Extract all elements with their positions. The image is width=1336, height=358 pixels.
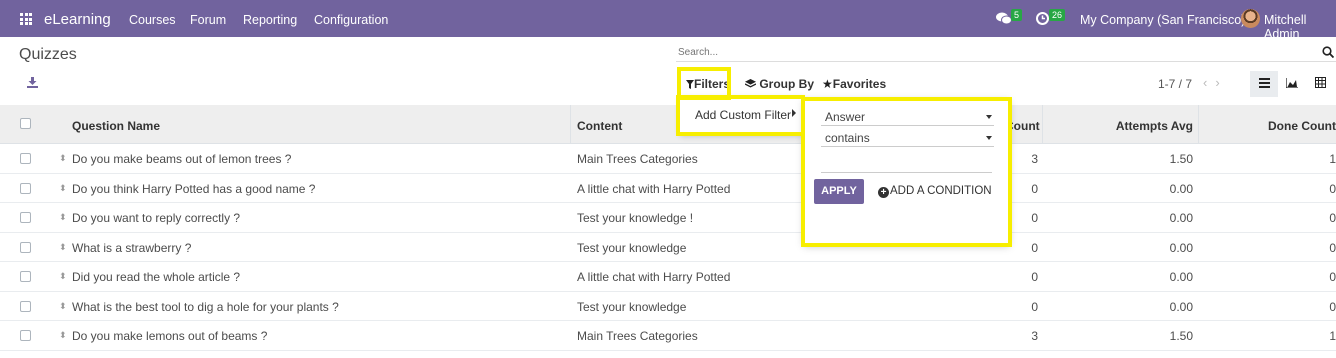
company-switcher[interactable]: My Company (San Francisco)	[1080, 13, 1245, 27]
cell-done-count: 1	[1329, 152, 1336, 166]
table-row[interactable]: ⬍ Do you want to reply correctly ? Test yo…	[0, 203, 1336, 233]
cell-question-name: Do you think Harry Potted has a good nam…	[72, 181, 316, 196]
app-brand[interactable]: eLearning	[44, 11, 111, 28]
row-checkbox[interactable]	[20, 182, 31, 194]
favorites-button[interactable]: ★Favorites	[822, 77, 886, 91]
cell-attempts-avg: 1.50	[1169, 152, 1193, 166]
highlight-custom-filter-panel	[801, 97, 1012, 247]
cell-count: 3	[1031, 329, 1038, 343]
cell-question-name: Do you make beams out of lemon trees ?	[72, 152, 292, 166]
cell-attempts-avg: 0.00	[1169, 181, 1193, 196]
cell-count: 0	[1031, 299, 1038, 314]
page-title: Quizzes	[19, 46, 77, 63]
cell-done-count: 0	[1329, 270, 1336, 284]
cell-question-name: What is the best tool to dig a hole for …	[72, 299, 339, 314]
column-question-name[interactable]: Question Name	[72, 119, 160, 133]
cell-attempts-avg: 0.00	[1169, 240, 1193, 255]
sort-handle-icon[interactable]: ⬍	[59, 183, 67, 194]
highlight-add-custom-filter	[676, 95, 805, 136]
table-row[interactable]: ⬍ Do you make lemons out of beams ? Main T…	[0, 321, 1336, 351]
favorites-label: Favorites	[832, 77, 887, 91]
cell-done-count: 0	[1329, 240, 1336, 255]
list-view-icon[interactable]	[1250, 71, 1278, 97]
menu-reporting[interactable]: Reporting	[243, 13, 297, 27]
column-divider	[570, 105, 571, 144]
cell-question-name: What is a strawberry ?	[72, 240, 192, 255]
menu-configuration[interactable]: Configuration	[314, 13, 388, 27]
row-checkbox[interactable]	[20, 300, 31, 312]
group-by-label: Group By	[759, 77, 815, 91]
star-icon: ★	[822, 77, 833, 91]
messages-badge: 5	[1011, 9, 1023, 21]
table-row[interactable]: ⬍ Do you make beams out of lemon trees ? M…	[0, 144, 1336, 174]
column-divider	[1198, 105, 1199, 144]
chat-icon[interactable]	[996, 12, 1012, 25]
cell-done-count: 0	[1329, 181, 1336, 196]
cell-attempts-avg: 0.00	[1169, 299, 1193, 314]
pivot-view-icon[interactable]	[1306, 71, 1334, 97]
download-icon[interactable]	[27, 77, 38, 88]
pager-value[interactable]: 1-7 / 7	[1158, 77, 1192, 91]
cell-attempts-avg: 1.50	[1169, 329, 1193, 343]
search-bar[interactable]	[676, 44, 1336, 62]
pager-arrows[interactable]: ‹›	[1203, 75, 1228, 90]
cell-done-count: 0	[1329, 299, 1336, 314]
sort-handle-icon[interactable]: ⬍	[59, 271, 67, 282]
column-done-count[interactable]: Done Count	[1246, 119, 1336, 133]
table-row[interactable]: ⬍ Did you read the whole article ? A littl…	[0, 262, 1336, 292]
column-divider	[1042, 105, 1043, 144]
table-row[interactable]: ⬍ What is a strawberry ? Test your knowled…	[0, 233, 1336, 262]
clock-icon[interactable]	[1036, 12, 1049, 25]
group-by-button[interactable]: Group By	[744, 77, 815, 91]
cell-question-name: Do you want to reply correctly ?	[72, 211, 241, 225]
row-checkbox[interactable]	[20, 271, 31, 282]
sort-handle-icon[interactable]: ⬍	[59, 242, 67, 253]
table-row[interactable]: ⬍ Do you think Harry Potted has a good na…	[0, 174, 1336, 203]
row-checkbox[interactable]	[20, 330, 31, 341]
cell-content: A little chat with Harry Potted	[577, 181, 731, 196]
cell-done-count: 0	[1329, 211, 1336, 225]
row-checkbox[interactable]	[20, 153, 31, 164]
activities-badge: 26	[1049, 9, 1066, 21]
control-panel: Quizzes Filters Group By ★Favorites 1-7 …	[0, 37, 1336, 105]
chevron-right-icon[interactable]: ›	[1215, 75, 1227, 90]
cell-content: Test your knowledge	[577, 299, 687, 314]
row-checkbox[interactable]	[20, 241, 31, 253]
sort-handle-icon[interactable]: ⬍	[59, 330, 67, 341]
sort-handle-icon[interactable]: ⬍	[59, 153, 67, 164]
graph-view-icon[interactable]	[1278, 71, 1306, 97]
chevron-left-icon[interactable]: ‹	[1203, 75, 1215, 90]
column-attempts-avg[interactable]: Attempts Avg	[1080, 119, 1193, 133]
cell-question-name: Did you read the whole article ?	[72, 270, 241, 284]
layers-icon	[744, 79, 757, 88]
search-input[interactable]	[676, 47, 1296, 58]
cell-content: A little chat with Harry Potted	[577, 270, 731, 284]
cell-attempts-avg: 0.00	[1169, 211, 1193, 225]
cell-content: Main Trees Categories	[577, 152, 698, 166]
column-content[interactable]: Content	[577, 119, 622, 133]
apps-icon[interactable]	[20, 13, 32, 25]
search-icon[interactable]	[1322, 46, 1334, 58]
row-checkbox[interactable]	[20, 212, 31, 223]
top-navbar: eLearning Courses Forum Reporting Config…	[0, 0, 1336, 41]
select-all-checkbox[interactable]	[20, 118, 31, 129]
cell-count: 0	[1031, 270, 1038, 284]
menu-forum[interactable]: Forum	[190, 13, 226, 27]
cell-content: Test your knowledge	[577, 240, 687, 255]
cell-done-count: 1	[1329, 329, 1336, 343]
cell-question-name: Do you make lemons out of beams ?	[72, 329, 268, 343]
sort-handle-icon[interactable]: ⬍	[59, 212, 67, 223]
cell-content: Main Trees Categories	[577, 329, 698, 343]
cell-content: Test your knowledge !	[577, 211, 694, 225]
table-row[interactable]: ⬍ What is the best tool to dig a hole for…	[0, 292, 1336, 321]
menu-courses[interactable]: Courses	[129, 13, 176, 27]
avatar[interactable]	[1241, 9, 1260, 28]
sort-handle-icon[interactable]: ⬍	[59, 301, 67, 312]
table-header: Question Name Content Count Attempts Avg…	[0, 105, 1336, 144]
cell-attempts-avg: 0.00	[1169, 270, 1193, 284]
